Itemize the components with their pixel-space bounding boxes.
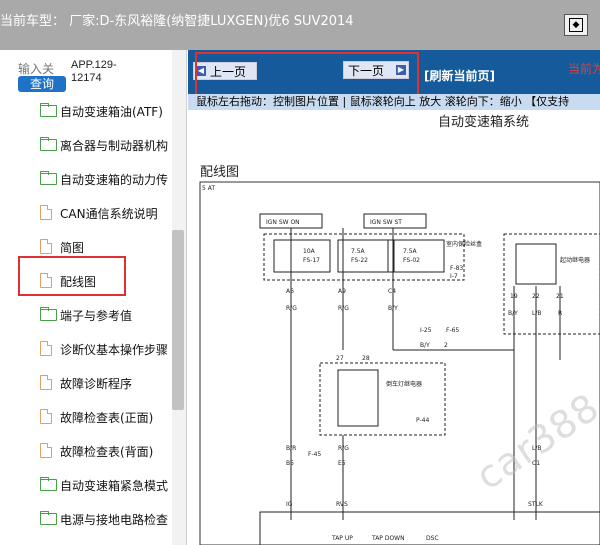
fuse3-code: FS-02 [403,257,420,264]
lower-ref: F-45 [308,451,321,458]
folder-icon [40,307,57,321]
bottom-label-ig: IG [286,501,293,508]
module-wire-r: R [558,310,562,317]
lower-wire-br: B/R [286,445,296,452]
app-window: 当前车型： 厂家:D-东风裕隆(纳智捷LUXGEN)优6 SUV2014 ◆ 查… [0,0,600,545]
pin-a6: A6 [286,288,294,295]
tree-item-label: 端子与参考值 [60,309,133,323]
pin-c4: C4 [388,288,396,295]
document-viewer: ◀ 上一页 下一页 ▶ [刷新当前页] 当前为 鼠标左右拖动：控制图片位置 | … [188,50,600,545]
bottom-bar-tap-down: TAP DOWN [371,535,405,542]
usage-hint: 鼠标左右拖动：控制图片位置 | 鼠标滚轮向上 放大 滚轮向下：缩小 【仅支持 [188,94,600,110]
tree-item-label: CAN通信系统说明 [60,207,158,221]
wiring-diagram: 5 AT IGN SW ON IGN SW ST 10A FS-17 7.5A … [199,181,600,545]
tree-item[interactable]: 自动变速箱油(ATF) [0,94,172,128]
module-pin-19: 19 [510,293,518,300]
module-label: 起动继电器 [560,256,590,264]
folder-icon [40,171,57,185]
bottom-bar-tap-up: TAP UP [331,535,353,542]
tree-item[interactable]: 故障检查表(背面) [0,434,172,468]
wire-by-2: B/Y [420,342,430,349]
folder-icon [40,511,57,525]
bottom-label-rvs: RVS [336,501,348,508]
connector-f65: F-65 [446,327,459,334]
bottom-label-stlk: STLK [528,501,544,508]
tree-item[interactable]: 传动控制模块 [0,536,172,545]
tree-item[interactable]: CAN通信系统说明 [0,196,172,230]
wire-rg-2: R/G [338,305,349,312]
header-bar: 当前车型： 厂家:D-东风裕隆(纳智捷LUXGEN)优6 SUV2014 ◆ [0,0,600,50]
lower-pin-b5: B5 [286,460,294,467]
wire-rg-1: R/G [286,305,297,312]
tree-item-label: 自动变速箱紧急模式 [60,479,169,493]
tree-item-label: 离合器与制动器机构 [60,139,169,153]
wire-by-1: B/Y [388,305,398,312]
tree-item-label: 故障检查表(背面) [60,445,154,459]
switch-on-label: IGN SW ON [266,219,300,226]
relay-label: 倒车灯继电器 [386,380,422,388]
document-icon [40,443,56,458]
relay-ref: P-44 [416,417,429,424]
fuse-box-label: 室内保险丝盒 [446,240,482,248]
connector-number: 2 [444,342,448,349]
module-wire-by: B/Y [508,310,518,317]
fuse2-code: FS-22 [351,257,368,264]
module-pin-21: 21 [556,293,564,300]
tree-item-label: 故障诊断程序 [60,377,133,391]
current-page-text: 当前为 [568,62,600,76]
app-code-text: APP.129-12174 [71,59,117,84]
sidebar: 查询 APP.129-12174 自动变速箱油(ATF) 离合器与制动器机构自动变… [0,50,187,545]
tree-item[interactable]: 故障诊断程序 [0,366,172,400]
tree-item[interactable]: 故障检查表(正面) [0,400,172,434]
folder-icon [40,477,57,491]
connector-i25: I-25 [420,327,432,334]
window-toggle-icon: ◆ [569,18,583,32]
tree-item[interactable]: 自动变速箱紧急模式 [0,468,172,502]
search-button[interactable]: 查询 [18,76,66,92]
tree-item-label: 自动变速箱的动力传 [60,173,169,187]
search-row: 查询 APP.129-12174 [0,50,186,94]
pin-a9: A9 [338,288,346,295]
tree-item[interactable]: 电源与接地电路检查 [0,502,172,536]
fuse3-amp: 7.5A [403,248,418,255]
bottom-bar-dsc: DSC [426,535,439,542]
relay-pin-27: 27 [336,355,344,362]
window-toggle-button[interactable]: ◆ [564,14,588,36]
fuse1-amp: 10A [303,248,316,255]
tree-item[interactable]: 离合器与制动器机构 [0,128,172,162]
tree-item[interactable]: 诊断仪基本操作步骤 [0,332,172,366]
wiring-diagram-page[interactable]: 自动变速箱系统 配线图 5 AT IGN SW ON IGN SW ST 10A… [188,110,600,545]
document-icon [40,341,56,356]
document-icon [40,239,56,254]
switch-st-label: IGN SW ST [370,219,402,226]
module-wire-lb: L/B [532,310,541,317]
tree-item-label: 故障检查表(正面) [60,411,154,425]
lower-wire-rg: R/G [338,445,349,452]
tree-item-label: 电源与接地电路检查 [60,513,169,527]
diagram-corner-label: 5 AT [202,185,215,192]
document-icon [40,205,56,220]
document-icon [40,375,56,390]
tree-item[interactable]: 自动变速箱的动力传 [0,162,172,196]
refresh-page-link[interactable]: [刷新当前页] [424,67,495,84]
sidebar-scroll-thumb[interactable] [172,230,184,410]
document-icon [40,409,56,424]
relay-pin-28: 28 [362,355,370,362]
tree-item-label: 诊断仪基本操作步骤 [60,343,169,357]
selected-item-highlight [18,256,126,296]
fuse-ref-1: F-83 [450,265,463,272]
folder-icon [40,103,57,117]
fuse2-amp: 7.5A [351,248,366,255]
tree-item[interactable]: 端子与参考值 [0,298,172,332]
folder-icon [40,137,57,151]
fuse1-code: FS-17 [303,257,320,264]
lower-pin-e5: E5 [338,460,346,467]
module-pin-22: 22 [532,293,540,300]
fuse-ref-2: I-7 [450,273,458,280]
vehicle-model-text: 当前车型： 厂家:D-东风裕隆(纳智捷LUXGEN)优6 SUV2014 [0,14,354,29]
tree-item-label: 自动变速箱油(ATF) [60,105,163,119]
tree-item-label: 简图 [60,241,85,255]
